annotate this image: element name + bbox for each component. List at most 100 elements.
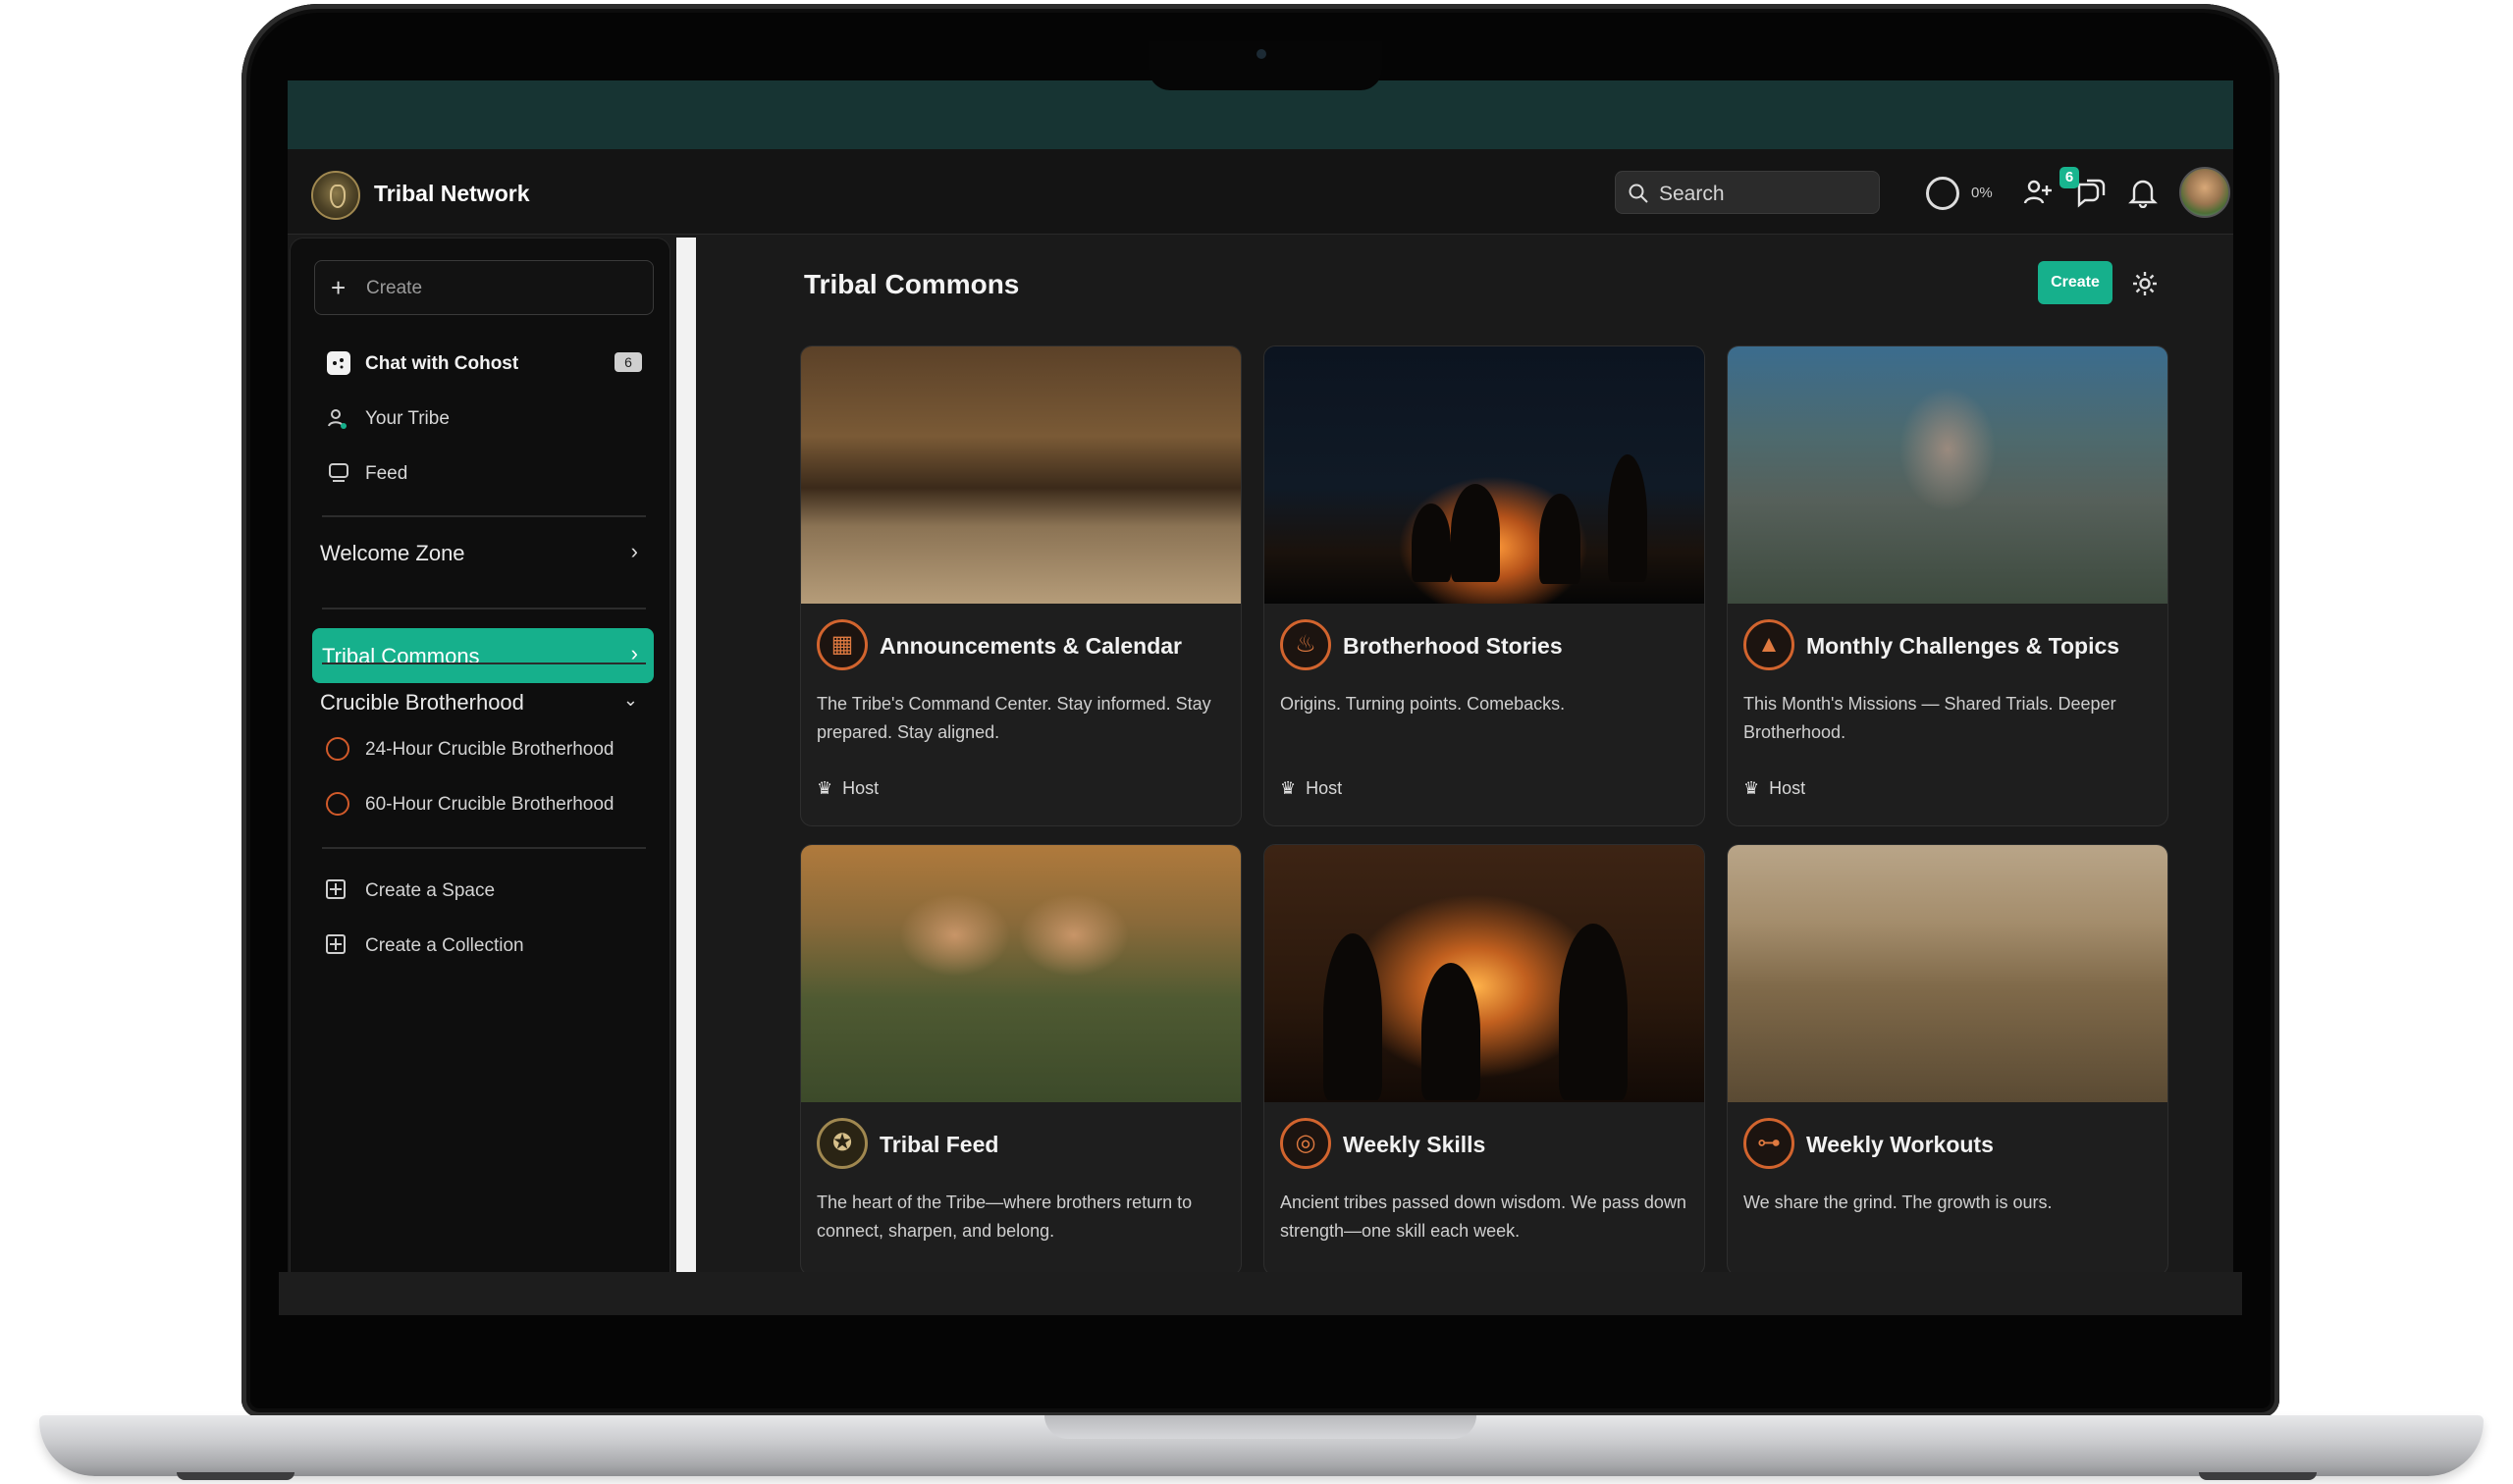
laptop-foot <box>177 1472 294 1480</box>
user-avatar[interactable] <box>2179 167 2230 218</box>
card-description: Ancient tribes passed down wisdom. We pa… <box>1280 1192 1686 1241</box>
laptop-opening-notch <box>1044 1415 1476 1439</box>
camera-icon <box>1256 49 1266 59</box>
create-space-link[interactable]: Create a Space <box>326 873 650 912</box>
space-card-weekly-workouts[interactable]: ⊶ Weekly Workouts We share the grind. Th… <box>1727 844 2168 1272</box>
screen-bottom-bar <box>279 1272 2242 1315</box>
chevron-down-icon: ⌄ <box>622 690 638 710</box>
top-strip <box>288 80 2233 149</box>
link-label: Create a Space <box>365 880 496 901</box>
sidebar-item-60-hour-crucible[interactable]: 60-Hour Crucible Brotherhood <box>326 786 650 825</box>
space-card-brotherhood-stories[interactable]: ♨ Brotherhood Stories Origins. Turning p… <box>1263 345 1705 826</box>
sidebar-item-your-tribe[interactable]: Your Tribe <box>326 399 650 439</box>
card-image <box>1728 845 2167 1102</box>
space-card-announcements[interactable]: ▦ Announcements & Calendar The Tribe's C… <box>800 345 1242 826</box>
card-title: Monthly Challenges & Topics <box>1806 633 2120 659</box>
card-description: Origins. Turning points. Comebacks. <box>1280 694 1566 714</box>
add-square-icon <box>326 879 346 899</box>
app-screen: Tribal Network + Create Chat with Cohost… <box>288 80 2233 1272</box>
space-card-weekly-skills[interactable]: ◎ Weekly Skills Ancient tribes passed do… <box>1263 844 1705 1272</box>
people-icon <box>328 409 347 429</box>
section-label: Welcome Zone <box>320 541 465 565</box>
sidebar: + Create Chat with Cohost 6 Your Tribe F… <box>290 238 670 1272</box>
sidebar-item-label: 24-Hour Crucible Brotherhood <box>365 739 615 760</box>
sidebar-item-label: Feed <box>365 463 408 484</box>
add-friend-icon[interactable] <box>2022 177 2054 208</box>
bell-icon[interactable] <box>2128 177 2158 208</box>
section-label: Crucible Brotherhood <box>320 690 524 715</box>
divider <box>322 662 646 664</box>
chat-bot-icon <box>327 351 350 375</box>
create-collection-link[interactable]: Create a Collection <box>326 928 650 967</box>
tribe-emblem-icon: ✪ <box>817 1118 868 1169</box>
sidebar-item-feed[interactable]: Feed <box>326 454 650 494</box>
host-label: Host <box>1769 778 1806 798</box>
calendar-icon: ▦ <box>817 619 868 670</box>
sidebar-create-button[interactable]: + Create <box>314 260 654 315</box>
dumbbell-icon: ⊶ <box>1743 1118 1794 1169</box>
card-title: Weekly Skills <box>1343 1132 1486 1157</box>
card-title: Tribal Feed <box>880 1132 999 1157</box>
card-host: ♛ Host <box>817 778 879 799</box>
sidebar-item-chat-with-cohost[interactable]: Chat with Cohost 6 <box>326 344 650 384</box>
chevron-right-icon: › <box>630 539 638 563</box>
app-title: Tribal Network <box>374 181 530 206</box>
card-description: The heart of the Tribe—where brothers re… <box>817 1192 1193 1241</box>
card-host: ♛ Host <box>1280 778 1342 799</box>
laptop-foot <box>2199 1472 2317 1480</box>
progress-ring-icon[interactable] <box>1926 177 1959 210</box>
sidebar-item-label: 60-Hour Crucible Brotherhood <box>365 794 615 815</box>
card-title: Weekly Workouts <box>1806 1132 1994 1157</box>
card-image <box>1264 346 1704 604</box>
divider <box>322 515 646 517</box>
camera-notch <box>1149 41 1382 90</box>
card-host: ♛ Host <box>1743 778 1805 799</box>
crucible-icon <box>326 792 349 816</box>
section-label: Tribal Commons <box>322 644 480 668</box>
sidebar-item-24-hour-crucible[interactable]: 24-Hour Crucible Brotherhood <box>326 731 650 770</box>
card-image <box>801 346 1241 604</box>
search-placeholder: Search <box>1659 183 1725 205</box>
card-image <box>801 845 1241 1102</box>
sidebar-section-welcome-zone[interactable]: Welcome Zone › <box>320 527 646 576</box>
divider <box>322 847 646 849</box>
host-label: Host <box>842 778 880 798</box>
campfire-icon: ♨ <box>1280 619 1331 670</box>
card-image <box>1264 845 1704 1102</box>
unread-count-badge: 6 <box>615 352 642 372</box>
gear-icon[interactable] <box>2130 269 2160 298</box>
plus-icon: + <box>331 273 347 302</box>
sidebar-section-crucible-brotherhood[interactable]: Crucible Brotherhood ⌄ <box>320 676 646 725</box>
page-title: Tribal Commons <box>804 269 1020 299</box>
search-input[interactable]: Search <box>1615 171 1880 214</box>
notification-count-badge: 6 <box>2059 167 2079 188</box>
card-description: The Tribe's Command Center. Stay informe… <box>817 694 1211 742</box>
card-image <box>1728 346 2167 604</box>
target-icon: ◎ <box>1280 1118 1331 1169</box>
link-label: Create a Collection <box>365 935 524 956</box>
divider <box>322 608 646 610</box>
crown-icon: ♛ <box>1743 778 1760 798</box>
search-icon <box>1629 184 1648 203</box>
card-description: This Month's Missions — Shared Trials. D… <box>1743 694 2116 742</box>
sidebar-item-label: Your Tribe <box>365 408 450 429</box>
mountain-icon: ▲ <box>1743 619 1794 670</box>
create-label: Create <box>366 278 423 298</box>
host-label: Host <box>1306 778 1343 798</box>
feed-icon <box>329 463 348 482</box>
space-card-monthly-challenges[interactable]: ▲ Monthly Challenges & Topics This Month… <box>1727 345 2168 826</box>
card-title: Announcements & Calendar <box>880 633 1182 659</box>
card-title: Brotherhood Stories <box>1343 633 1563 659</box>
crucible-icon <box>326 737 349 761</box>
tribe-logo-icon[interactable] <box>311 171 360 220</box>
card-description: We share the grind. The growth is ours. <box>1743 1192 2053 1212</box>
progress-percent: 0% <box>1971 185 1993 201</box>
space-card-tribal-feed[interactable]: ✪ Tribal Feed The heart of the Tribe—whe… <box>800 844 1242 1272</box>
sidebar-item-tribal-commons[interactable]: Tribal Commons › <box>312 628 654 683</box>
crown-icon: ♛ <box>1280 778 1297 798</box>
crown-icon: ♛ <box>817 778 833 798</box>
sidebar-item-label: Chat with Cohost <box>365 353 519 374</box>
sidebar-scrollbar[interactable] <box>676 238 696 1272</box>
add-square-icon <box>326 934 346 954</box>
create-button[interactable]: Create <box>2038 261 2112 304</box>
